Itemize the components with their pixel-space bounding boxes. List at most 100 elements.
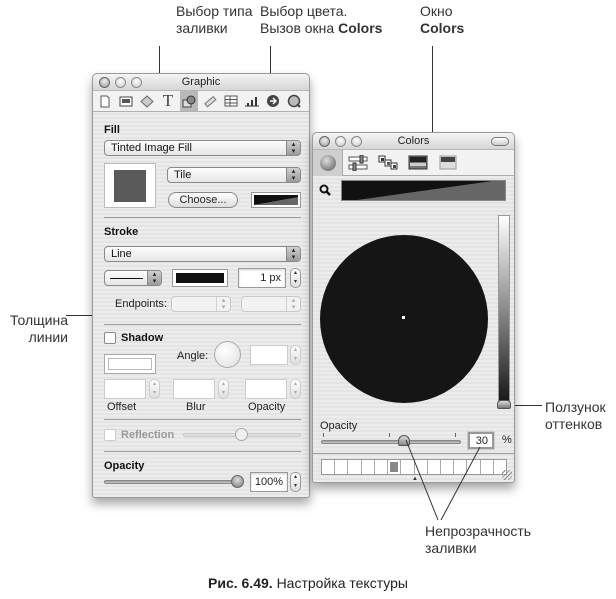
fill-label: Fill [104,124,120,136]
tint-color-well[interactable] [251,192,301,208]
opacity-slider[interactable] [104,480,239,484]
graphic-icon[interactable] [180,91,198,111]
stroke-label: Stroke [104,226,139,238]
angle-dial[interactable] [214,341,241,368]
choose-image-button[interactable]: Choose... [168,192,238,208]
blur-stepper[interactable]: ▴ ▾ [218,379,229,399]
line-style-popup[interactable]: ▴ ▾ [104,270,162,286]
swatch-cell[interactable] [335,460,349,474]
minimize-button[interactable] [115,77,126,88]
stroke-type-popup[interactable]: Line ▴ ▾ [104,246,301,262]
color-sliders-icon[interactable] [343,154,373,171]
callout-colors-window: Окно Colors [420,3,465,36]
stroke-color-well[interactable] [172,269,228,287]
colors-opacity-slider-knob[interactable] [398,435,410,446]
opacity-stepper[interactable]: ▴ ▾ [290,472,301,492]
reflection-slider-knob[interactable] [235,428,248,441]
popup-arrows-icon: ▴ ▾ [286,297,300,311]
colors-opacity-field[interactable]: 30 [468,432,494,449]
quicktime-icon[interactable] [285,91,303,111]
reflection-checkbox[interactable] [104,429,116,441]
opacity-label: Opacity [104,460,145,472]
swatch-drag-handle[interactable]: ▲ [412,476,418,482]
offset-stepper[interactable]: ▴ ▾ [149,379,160,399]
divider [104,217,301,218]
resize-grip-icon[interactable] [502,470,512,480]
popup-arrows-icon: ▴ ▾ [147,271,161,285]
document-icon[interactable] [96,91,114,111]
current-color-swatch[interactable] [341,180,506,201]
swatch-cell[interactable] [467,460,481,474]
swatch-cell[interactable] [415,460,428,474]
chart-icon[interactable] [243,91,261,111]
brightness-slider[interactable] [498,215,510,408]
color-wheel-cursor[interactable] [402,316,405,319]
color-wheel[interactable] [320,235,488,403]
metrics-icon[interactable] [201,91,219,111]
minimize-button[interactable] [335,136,346,147]
image-scale-popup[interactable]: Tile ▴ ▾ [167,167,301,183]
color-swatches [321,459,507,475]
stroke-width-field[interactable]: 1 px [238,268,286,288]
image-well[interactable] [104,163,156,208]
image-palettes-icon[interactable] [403,155,433,170]
link-icon[interactable] [264,91,282,111]
close-button[interactable] [99,77,110,88]
colors-opacity-slider[interactable] [321,440,461,444]
swatch-cell[interactable] [388,460,402,474]
blur-label: Blur [186,401,206,413]
stroke-color-swatch [176,273,224,283]
popup-arrows-icon: ▴ ▾ [286,247,300,261]
end-endpoint-popup[interactable]: ▴ ▾ [241,296,301,312]
crayons-icon[interactable] [433,155,463,170]
table-icon[interactable] [222,91,240,111]
swatch-cell[interactable] [362,460,375,474]
brightness-slider-knob[interactable] [497,400,511,409]
swatch-cell[interactable] [348,460,362,474]
close-button[interactable] [319,136,330,147]
shadow-opacity-stepper[interactable]: ▴ ▾ [290,379,301,399]
opacity-slider-knob[interactable] [231,475,244,488]
zoom-button[interactable] [351,136,362,147]
stroke-width-stepper[interactable]: ▴ ▾ [290,268,301,288]
swatch-cell[interactable] [454,460,468,474]
wrap-icon[interactable] [138,91,156,111]
shadow-opacity-field[interactable] [245,379,287,399]
selected-swatch [390,462,399,472]
opacity-field[interactable]: 100% [250,472,288,492]
endpoints-label: Endpoints: [115,298,167,310]
callout-fill-type: Выбор типа заливки [176,3,253,36]
zoom-button[interactable] [131,77,142,88]
shadow-opacity-label: Opacity [248,401,286,413]
start-endpoint-popup[interactable]: ▴ ▾ [171,296,231,312]
figure-caption: Рис. 6.49. Настройка текстуры [0,575,616,591]
callout-line-width: Толщина линии [10,312,68,345]
text-icon[interactable]: T [159,91,177,111]
swatch-cell[interactable] [322,460,336,474]
inspector-tabs: T [93,91,309,112]
layout-icon[interactable] [117,91,135,111]
callout-fill-opacity: Непрозрачность заливки [425,523,532,556]
shadow-color-well[interactable] [104,354,156,374]
swatch-cell[interactable] [401,460,415,474]
angle-stepper[interactable]: ▴ ▾ [290,345,301,365]
swatch-cell[interactable] [441,460,455,474]
callout-shade-slider: Ползунок оттенков [545,399,606,432]
shadow-checkbox[interactable] [104,332,116,344]
blur-field[interactable] [173,379,215,399]
angle-field[interactable] [250,345,288,365]
colors-opacity-label: Opacity [320,420,358,432]
color-palettes-icon[interactable] [373,155,403,171]
swatch-cell[interactable] [375,460,389,474]
swatch-cell[interactable] [481,460,494,474]
colors-titlebar[interactable]: Colors [313,133,514,150]
popup-arrows-icon: ▴ ▾ [216,297,230,311]
fill-type-popup[interactable]: Tinted Image Fill ▴ ▾ [104,140,301,156]
divider [104,451,301,452]
color-wheel-icon[interactable] [313,149,343,176]
swatch-cell[interactable] [428,460,441,474]
offset-field[interactable] [104,379,146,399]
magnifier-icon[interactable] [319,183,331,201]
graphic-titlebar[interactable]: Graphic [93,74,309,91]
toolbar-toggle-button[interactable] [491,137,509,146]
